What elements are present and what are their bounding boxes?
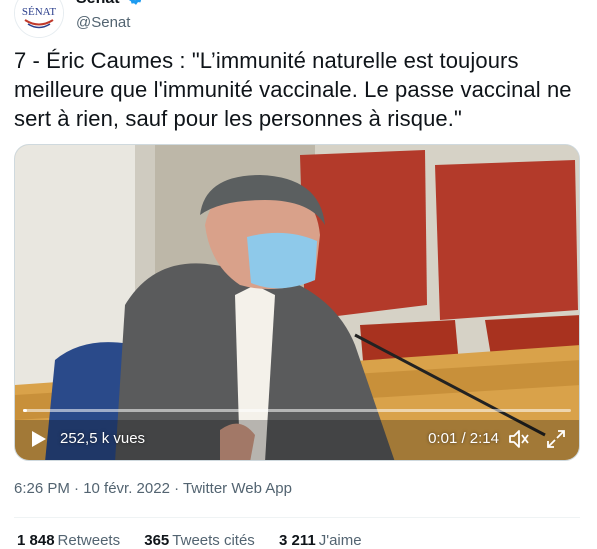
stat-count: 1 848 bbox=[17, 532, 55, 549]
handle[interactable]: @Senat bbox=[76, 13, 145, 33]
avatar-label: SÉNAT bbox=[22, 6, 57, 18]
fullscreen-icon[interactable] bbox=[545, 428, 567, 455]
stat-count: 3 211 bbox=[278, 532, 316, 549]
stat-label: J'aime bbox=[318, 532, 362, 549]
tweet-timestamp[interactable]: 6:26 PM · 10 févr. 2022 bbox=[14, 480, 170, 497]
video-progress-fill bbox=[23, 409, 28, 412]
stat-retweets[interactable]: 1 848 Retweets bbox=[17, 532, 120, 549]
stat-label: Retweets bbox=[57, 532, 121, 549]
play-icon[interactable] bbox=[31, 430, 47, 453]
tweet-meta: 6:26 PM · 10 févr. 2022 · Twitter Web Ap… bbox=[14, 480, 292, 497]
video-player[interactable]: 252,5 k vues 0:01 / 2:14 bbox=[14, 144, 580, 461]
video-frame bbox=[15, 145, 579, 460]
tweet-header: SÉNAT Sénat @Senat bbox=[14, 0, 574, 38]
tweet-source[interactable]: Twitter Web App bbox=[183, 480, 292, 497]
video-progress-bar[interactable] bbox=[23, 409, 571, 412]
tweet-text: 7 - Éric Caumes : "L’immunité naturelle … bbox=[14, 48, 572, 131]
volume-icon[interactable] bbox=[507, 428, 531, 455]
view-count: 252,5 k vues bbox=[60, 430, 146, 447]
verified-badge-icon bbox=[127, 0, 145, 11]
stat-quote-tweets[interactable]: 365 Tweets cités bbox=[144, 532, 255, 549]
video-time: 0:01 / 2:14 bbox=[428, 430, 499, 447]
meta-separator: · bbox=[169, 480, 183, 497]
divider bbox=[14, 517, 580, 518]
stat-label: Tweets cités bbox=[172, 532, 255, 549]
stat-likes[interactable]: 3 211 J'aime bbox=[279, 532, 362, 549]
display-name[interactable]: Sénat bbox=[76, 0, 120, 9]
stat-count: 365 bbox=[144, 532, 170, 549]
avatar[interactable]: SÉNAT bbox=[14, 0, 64, 38]
tweet-stats: 1 848 Retweets 365 Tweets cités 3 211 J'aim… bbox=[17, 532, 382, 549]
video-controls: 252,5 k vues 0:01 / 2:14 bbox=[15, 418, 579, 460]
